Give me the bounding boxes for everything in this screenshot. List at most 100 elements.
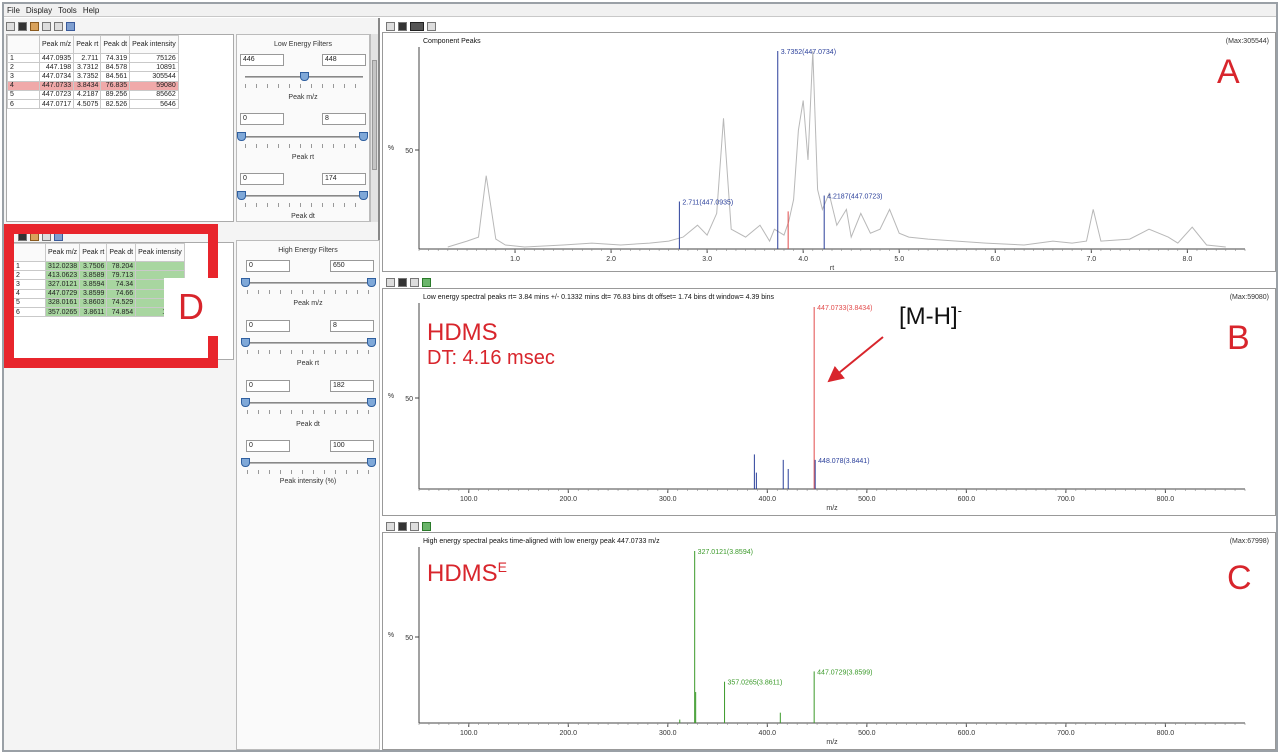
spectrum-icon[interactable] [422,277,431,287]
chart-c-pane: High energy spectral peaks time-aligned … [382,532,1276,750]
high-intensity-min-input[interactable]: 0 [246,440,290,452]
x-tick-label: 8.0 [1183,256,1193,263]
ion-mode-icon[interactable] [410,21,424,31]
low-rt-min-input[interactable]: 0 [240,113,284,125]
table-row[interactable]: 3 447.0734 3.7352 84.561 305544 [7,71,179,82]
low-dt-ticks [245,203,363,207]
table-cell: 75126 [129,52,179,64]
x-tick-label: 100.0 [460,730,478,737]
low-mz-max-input[interactable]: 448 [322,54,366,66]
high-dt-slider-max-thumb[interactable] [367,398,376,407]
low-rt-slider-min-thumb[interactable] [237,132,246,141]
table-row[interactable]: 1 447.0935 2.711 74.319 75126 [7,52,179,64]
high-dt-max-input[interactable]: 182 [330,380,374,392]
panel-label-c: C [1227,559,1252,597]
high-mz-slider[interactable] [245,282,373,284]
column-peak-dt[interactable]: Peak dt [100,35,131,54]
menu-bar: File Display Tools Help [4,4,1276,17]
low-rt-max-input[interactable]: 8 [322,113,366,125]
zoom-fit-icon[interactable] [386,277,395,287]
low-dt-slider[interactable] [241,195,365,197]
table-cell: 59080 [129,80,179,91]
high-rt-min-input[interactable]: 0 [246,320,290,332]
table-cell: 447.0734 [38,71,75,82]
peak-label: 447.0729(3.8599) [817,669,872,676]
table-cell: 84.578 [100,62,131,73]
low-energy-spectrum-chart[interactable]: Low energy spectral peaks rt= 3.84 mins … [383,289,1275,515]
panel-label-b: B [1227,319,1250,357]
high-rt-slider-max-thumb[interactable] [367,338,376,347]
zoom-fit-icon[interactable] [386,21,395,31]
clear-icon[interactable] [54,21,63,31]
menu-file[interactable]: File [7,6,20,15]
copy-icon[interactable] [42,21,51,31]
x-tick-label: 600.0 [958,730,976,737]
low-filters-scrollbar[interactable] [370,34,378,222]
column-peak-mz[interactable]: Peak m/z [38,35,75,54]
pointer-icon[interactable] [427,21,436,31]
table-row[interactable]: 5 447.0723 4.2187 89.256 85662 [7,89,179,100]
high-rt-slider[interactable] [245,342,373,344]
hdmse-annotation: HDMSE [427,559,507,588]
high-mz-max-input[interactable]: 650 [330,260,374,272]
high-intensity-slider-max-thumb[interactable] [367,458,376,467]
high-mz-slider-min-thumb[interactable] [241,278,250,287]
low-rt-ticks [245,144,363,148]
x-tick-label: 800.0 [1157,730,1175,737]
row-index: 1 [7,52,40,64]
export-icon[interactable] [18,21,27,31]
low-dt-max-input[interactable]: 174 [322,173,366,185]
low-mz-min-input[interactable]: 446 [240,54,284,66]
low-dt-slider-min-thumb[interactable] [237,191,246,200]
table-row[interactable]: 2 447.198 3.7312 84.578 10891 [7,62,179,73]
low-dt-min-input[interactable]: 0 [240,173,284,185]
high-intensity-label: Peak intensity (%) [279,478,337,485]
right-panel: Component Peaks (Max:305544) 1.0 2.0 3.0 4.0 5… [382,18,1276,750]
camera-icon[interactable] [398,21,407,31]
high-mz-slider-max-thumb[interactable] [367,278,376,287]
camera-icon[interactable] [398,277,407,287]
low-mz-ticks [245,84,363,88]
table-row[interactable]: 4 447.0733 3.8434 76.835 59080 [7,80,179,91]
chart-icon[interactable] [66,21,75,31]
copy-icon[interactable] [410,521,419,531]
high-energy-spectrum-chart[interactable]: High energy spectral peaks time-aligned … [383,533,1275,749]
high-intensity-slider-min-thumb[interactable] [241,458,250,467]
low-mz-slider-thumb[interactable] [300,72,309,81]
x-tick-label: 200.0 [560,730,578,737]
column-peak-rt[interactable]: Peak rt [73,35,102,54]
menu-tools[interactable]: Tools [58,6,77,15]
low-dt-slider-max-thumb[interactable] [359,191,368,200]
filter-icon[interactable] [30,21,39,31]
spectrum-icon[interactable] [422,521,431,531]
menu-help[interactable]: Help [83,6,99,15]
low-table-toolbar [6,20,75,32]
zoom-fit-icon[interactable] [386,521,395,531]
high-mz-min-input[interactable]: 0 [246,260,290,272]
camera-icon[interactable] [398,521,407,531]
x-tick-label: 3.0 [702,256,712,263]
high-intensity-slider[interactable] [245,462,373,464]
low-rt-slider-max-thumb[interactable] [359,132,368,141]
table-cell: 10891 [129,62,179,73]
high-rt-slider-min-thumb[interactable] [241,338,250,347]
high-dt-slider[interactable] [245,402,373,404]
peak-label: 327.0121(3.8594) [698,549,753,556]
component-peaks-chart[interactable]: Component Peaks (Max:305544) 1.0 2.0 3.0 4.0 5… [383,33,1275,271]
column-peak-intensity[interactable]: Peak intensity [129,35,179,54]
high-dt-slider-min-thumb[interactable] [241,398,250,407]
high-rt-max-input[interactable]: 8 [330,320,374,332]
low-filters-title: Low Energy Filters [274,41,332,48]
table-row[interactable]: 6 447.0717 4.5075 82.526 5646 [7,98,179,110]
copy-icon[interactable] [410,277,419,287]
high-dt-min-input[interactable]: 0 [246,380,290,392]
menu-display[interactable]: Display [26,6,52,15]
select-icon[interactable] [6,21,15,31]
arrow-to-mh-peak [827,336,884,383]
app-window: File Display Tools Help Peak m/z Peak rt [2,2,1278,752]
high-intensity-max-input[interactable]: 100 [330,440,374,452]
low-rt-slider[interactable] [241,136,365,138]
column-index [7,35,40,54]
low-filters-scroll-thumb[interactable] [372,60,377,170]
x-tick-label: 400.0 [759,496,777,503]
